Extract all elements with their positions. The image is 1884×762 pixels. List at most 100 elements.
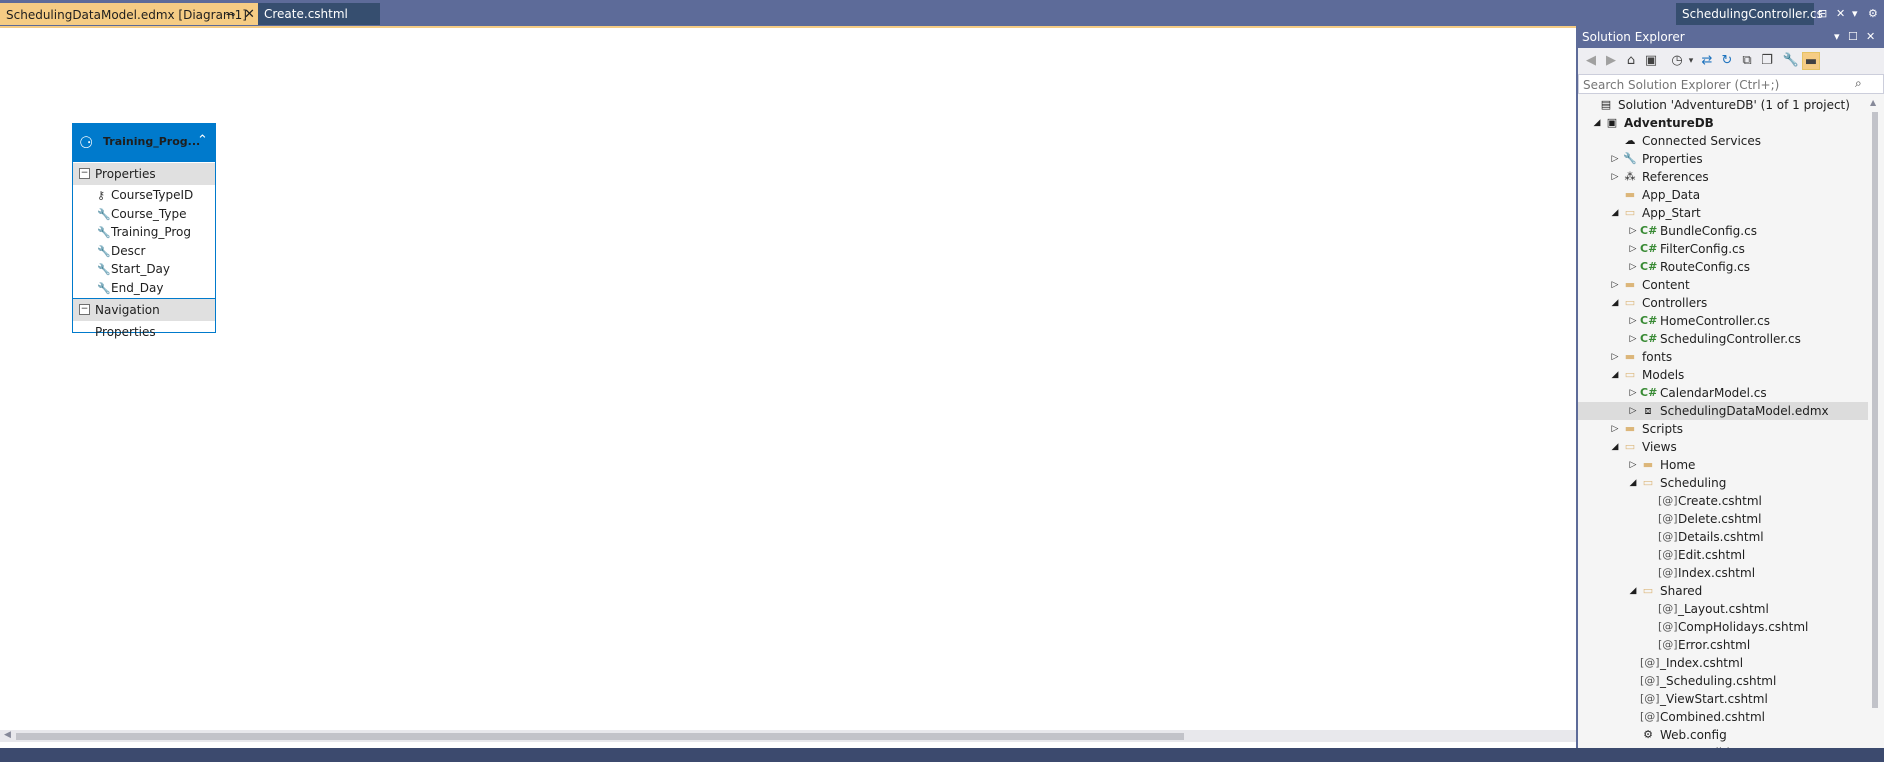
tree-item[interactable]: ▷ C# SchedulingController.cs: [1578, 330, 1868, 348]
tree-item[interactable]: ◢ ▭ Shared: [1578, 582, 1868, 600]
tree-item[interactable]: [@] _Index.cshtml: [1578, 654, 1868, 672]
tree-item[interactable]: ◢ ▭ Models: [1578, 366, 1868, 384]
expand-arrow-icon[interactable]: ▷: [1628, 402, 1638, 420]
expand-arrow-icon[interactable]: ▷: [1610, 168, 1620, 186]
tree-item[interactable]: [@] Edit.cshtml: [1578, 546, 1868, 564]
tree-item[interactable]: [@] _Layout.cshtml: [1578, 600, 1868, 618]
expand-arrow-icon[interactable]: ▷: [1610, 276, 1620, 294]
scroll-left-icon[interactable]: ◀: [4, 730, 11, 740]
entity-header[interactable]: ⚆ Training_Prog... ⌃: [73, 124, 215, 162]
switch-views-icon[interactable]: ▣: [1642, 52, 1660, 70]
expand-arrow-icon[interactable]: ▷: [1628, 312, 1638, 330]
maximize-icon[interactable]: ☐: [1848, 26, 1858, 48]
show-all-files-icon[interactable]: ❐: [1758, 52, 1776, 70]
tree-item[interactable]: ▷ ▬ Home: [1578, 456, 1868, 474]
entity-box[interactable]: ⚆ Training_Prog... ⌃ − Properties ⚷ Cours…: [72, 123, 216, 339]
collapse-icon[interactable]: −: [79, 168, 90, 179]
tree-item[interactable]: [@] _ViewStart.cshtml: [1578, 690, 1868, 708]
tree-item[interactable]: [@] Details.cshtml: [1578, 528, 1868, 546]
tree-item[interactable]: [@] Index.cshtml: [1578, 564, 1868, 582]
entity-property[interactable]: ⚷ CourseTypeID: [97, 186, 193, 204]
scroll-up-icon[interactable]: ▲: [1870, 98, 1876, 107]
expand-arrow-icon[interactable]: ▷: [1628, 384, 1638, 402]
home-icon[interactable]: ⌂: [1622, 52, 1640, 70]
tree-item[interactable]: ▷ C# CalendarModel.cs: [1578, 384, 1868, 402]
forward-icon[interactable]: ▶: [1602, 52, 1620, 70]
tree-item[interactable]: ▬ App_Data: [1578, 186, 1868, 204]
expand-arrow-icon[interactable]: ▷: [1628, 258, 1638, 276]
tree-item[interactable]: ⚙ Web.config: [1578, 726, 1868, 744]
expand-arrow-icon[interactable]: ▷: [1610, 744, 1620, 748]
close-icon[interactable]: ✕: [1866, 26, 1875, 48]
chevron-down-icon[interactable]: ▾: [1834, 26, 1840, 48]
diagram-canvas[interactable]: [0, 26, 1576, 732]
tree-item[interactable]: [@] Combined.cshtml: [1578, 708, 1868, 726]
back-icon[interactable]: ◀: [1582, 52, 1600, 70]
collapse-arrow-icon[interactable]: ◢: [1610, 294, 1620, 312]
tab-create-cshtml[interactable]: Create.cshtml: [258, 3, 380, 25]
navigation-section-header[interactable]: − Navigation Properties: [73, 298, 215, 339]
tree-item[interactable]: [@] _Scheduling.cshtml: [1578, 672, 1868, 690]
tree-item[interactable]: [@] Error.cshtml: [1578, 636, 1868, 654]
search-input[interactable]: [1581, 76, 1855, 94]
properties-section-header[interactable]: − Properties: [73, 163, 215, 185]
collapse-arrow-icon[interactable]: ◢: [1628, 582, 1638, 600]
sync-icon[interactable]: ⇄: [1698, 52, 1716, 70]
refresh-icon[interactable]: ↻: [1718, 52, 1736, 70]
collapse-arrow-icon[interactable]: ◢: [1610, 366, 1620, 384]
gear-icon[interactable]: ⚙: [1868, 3, 1878, 25]
expand-arrow-icon[interactable]: ▷: [1610, 150, 1620, 168]
chevron-down-icon[interactable]: ▾: [1852, 3, 1858, 25]
tree-item[interactable]: ◢ ▭ App_Start: [1578, 204, 1868, 222]
collapse-icon[interactable]: −: [79, 304, 90, 315]
close-icon[interactable]: ✕: [1836, 3, 1845, 25]
tree-item[interactable]: ▷ C# RouteConfig.cs: [1578, 258, 1868, 276]
collapse-arrow-icon[interactable]: ◢: [1628, 474, 1638, 492]
expand-arrow-icon[interactable]: ▷: [1628, 222, 1638, 240]
chevron-up-icon[interactable]: ⌃: [197, 133, 208, 148]
panel-title-bar[interactable]: Solution Explorer ▾ ☐ ✕: [1578, 26, 1884, 48]
expand-arrow-icon[interactable]: ▷: [1628, 456, 1638, 474]
search-icon[interactable]: ⌕: [1855, 76, 1862, 91]
collapse-arrow-icon[interactable]: ◢: [1592, 114, 1602, 132]
entity-property[interactable]: 🔧Training_Prog: [97, 223, 191, 241]
tree-item[interactable]: ▷ C# HomeController.cs: [1578, 312, 1868, 330]
expand-arrow-icon[interactable]: ▷: [1628, 330, 1638, 348]
entity-property[interactable]: 🔧Course_Type: [97, 205, 186, 223]
tree-item[interactable]: ◢ ▣ AdventureDB: [1578, 114, 1868, 132]
expand-arrow-icon[interactable]: ▷: [1610, 420, 1620, 438]
collapse-all-icon[interactable]: ⧉: [1738, 52, 1756, 70]
tree-item[interactable]: [@] CompHolidays.cshtml: [1578, 618, 1868, 636]
pin-icon[interactable]: ⊟: [1818, 3, 1827, 25]
entity-property[interactable]: 🔧Start_Day: [97, 260, 170, 278]
entity-property[interactable]: 🔧End_Day: [97, 279, 164, 297]
collapse-arrow-icon[interactable]: ◢: [1610, 438, 1620, 456]
search-box[interactable]: ⌕: [1578, 74, 1884, 94]
pin-icon[interactable]: ⊸: [226, 4, 235, 26]
tree-item[interactable]: ▷ C# FilterConfig.cs: [1578, 240, 1868, 258]
tree-item[interactable]: [@] Create.cshtml: [1578, 492, 1868, 510]
scrollbar-thumb[interactable]: [1872, 112, 1878, 708]
tree-item[interactable]: ◢ ▭ Controllers: [1578, 294, 1868, 312]
wrench-icon[interactable]: 🔧: [1782, 52, 1800, 70]
tree-item[interactable]: ▷ ▬ Content: [1578, 276, 1868, 294]
tree-item[interactable]: ▷ C# BundleConfig.cs: [1578, 222, 1868, 240]
tree-item[interactable]: ☁ Connected Services: [1578, 132, 1868, 150]
preview-icon[interactable]: ▬: [1802, 52, 1820, 70]
horizontal-scrollbar[interactable]: ◀: [0, 730, 1576, 742]
tree-item[interactable]: [@] Delete.cshtml: [1578, 510, 1868, 528]
tab-scheduling-data-model[interactable]: SchedulingDataModel.edmx [Diagram1] ⊸ ✕: [0, 3, 258, 25]
tree-item[interactable]: ▷ ▬ Scripts: [1578, 420, 1868, 438]
expand-arrow-icon[interactable]: ▷: [1628, 240, 1638, 258]
tree-item[interactable]: ▷C#CompanyHolidays.cs: [1578, 744, 1868, 748]
tree-item[interactable]: ▷ ⁂ References: [1578, 168, 1868, 186]
tree-item[interactable]: ◢ ▭ Scheduling: [1578, 474, 1868, 492]
tree-item[interactable]: ▤ Solution 'AdventureDB' (1 of 1 project): [1578, 96, 1868, 114]
vertical-scrollbar[interactable]: ▲: [1868, 96, 1882, 748]
entity-property[interactable]: 🔧Descr: [97, 242, 145, 260]
tree-item[interactable]: ▷ 🔧 Properties: [1578, 150, 1868, 168]
scrollbar-thumb[interactable]: [16, 733, 1184, 740]
expand-arrow-icon[interactable]: ▷: [1610, 348, 1620, 366]
tree-item[interactable]: ◢ ▭ Views: [1578, 438, 1868, 456]
close-icon[interactable]: ✕: [244, 4, 255, 26]
